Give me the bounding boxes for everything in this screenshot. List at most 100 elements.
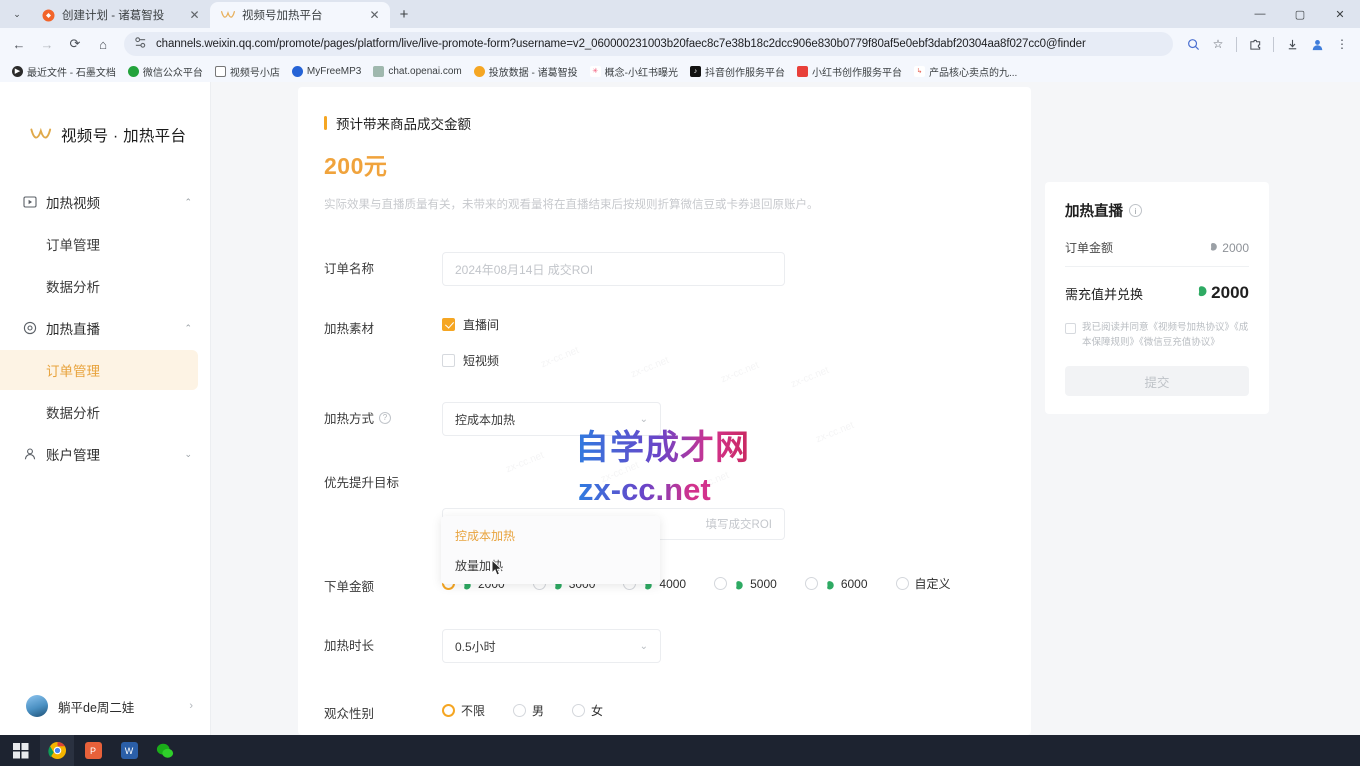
submit-button[interactable]: 提交 bbox=[1065, 366, 1249, 396]
start-button[interactable] bbox=[4, 735, 38, 766]
bookmark-item[interactable]: chat.openai.com bbox=[367, 61, 467, 81]
chevron-up-icon[interactable]: ⌃ bbox=[184, 197, 192, 208]
forward-icon[interactable]: → bbox=[34, 31, 60, 57]
chevron-down-icon[interactable]: ⌄ bbox=[640, 641, 648, 652]
bookmark-item[interactable]: 视频号小店 bbox=[209, 61, 286, 81]
reload-icon[interactable]: ⟳ bbox=[62, 31, 88, 57]
bookmark-label: 小红书创作服务平台 bbox=[812, 64, 902, 79]
maximize-button[interactable]: ▢ bbox=[1280, 0, 1320, 28]
taskbar-pdf-reader[interactable]: P bbox=[76, 735, 110, 766]
help-icon[interactable]: ? bbox=[379, 412, 391, 424]
info-icon[interactable]: i bbox=[1129, 204, 1142, 217]
back-icon[interactable]: ← bbox=[6, 31, 32, 57]
agreement-row[interactable]: 我已阅读并同意《视频号加热协议》《成本保障规则》《微信豆充值协议》 bbox=[1065, 303, 1249, 350]
profile-icon[interactable] bbox=[1305, 32, 1329, 56]
minimize-button[interactable]: — bbox=[1240, 0, 1280, 28]
close-window-button[interactable]: ✕ bbox=[1320, 0, 1360, 28]
sidebar-item-video-analytics[interactable]: 数据分析 bbox=[0, 266, 198, 306]
dropdown-option-cost-control[interactable]: 控成本加热 bbox=[441, 520, 660, 550]
section-title: 预计带来商品成交金额 bbox=[298, 87, 1031, 133]
sidebar-group-account[interactable]: 账户管理 ⌄ bbox=[0, 434, 210, 474]
option-label: 不限 bbox=[461, 702, 485, 719]
bookmark-label: 产品核心卖点的九... bbox=[929, 64, 1017, 79]
bookmark-star-icon[interactable]: ☆ bbox=[1206, 32, 1230, 56]
order-amount-option-6000[interactable]: 6000 bbox=[805, 577, 868, 591]
video-play-icon bbox=[22, 195, 37, 210]
gender-option-male[interactable]: 男 bbox=[513, 702, 544, 719]
sidebar-user[interactable]: 躺平de周二娃 › bbox=[0, 695, 211, 717]
close-icon[interactable]: ✕ bbox=[367, 8, 382, 23]
field-label-text: 加热方式 bbox=[324, 408, 374, 427]
downloads-icon[interactable] bbox=[1280, 32, 1304, 56]
order-amount-option-5000[interactable]: 5000 bbox=[714, 577, 777, 591]
bookmark-item[interactable]: 投放数据 - 诸葛智投 bbox=[468, 61, 584, 81]
field-label: 优先提升目标 bbox=[324, 466, 442, 491]
field-label: 加热素材 bbox=[324, 312, 442, 337]
browser-tab-1[interactable]: 创建计划 - 诸葛智投 ✕ bbox=[30, 2, 210, 28]
sidebar: 视频号 · 加热平台 加热视频 ⌃ 订单管理 数据分析 加热直播 bbox=[0, 82, 211, 735]
bookmark-item[interactable]: 微信公众平台 bbox=[122, 61, 209, 81]
taskbar-wechat[interactable] bbox=[148, 735, 182, 766]
office-icon: W bbox=[121, 742, 138, 759]
order-amount-value: 2000 bbox=[1222, 241, 1249, 255]
chevron-right-icon[interactable]: › bbox=[189, 700, 193, 712]
zoom-icon[interactable] bbox=[1181, 32, 1205, 56]
new-tab-button[interactable]: + bbox=[390, 0, 418, 28]
extensions-icon[interactable] bbox=[1243, 32, 1267, 56]
agreement-text[interactable]: 我已阅读并同意《视频号加热协议》《成本保障规则》《微信豆充值协议》 bbox=[1082, 321, 1249, 350]
material-option-live[interactable]: 直播间 bbox=[442, 312, 1031, 336]
heat-mode-dropdown-menu[interactable]: 控成本加热 放量加热 bbox=[441, 516, 660, 584]
chevron-down-icon[interactable]: ⌄ bbox=[184, 449, 192, 460]
sidebar-item-video-orders[interactable]: 订单管理 bbox=[0, 224, 198, 264]
selected-value: 0.5小时 bbox=[455, 638, 496, 655]
data-icon bbox=[474, 66, 485, 77]
sidebar-group-heat-live[interactable]: 加热直播 ⌃ bbox=[0, 308, 210, 348]
radio-icon[interactable] bbox=[442, 704, 455, 717]
toolbar-icons: ☆ ⋮ bbox=[1181, 32, 1354, 56]
tab-title: 视频号加热平台 bbox=[242, 7, 360, 23]
radio-icon[interactable] bbox=[572, 704, 585, 717]
brand-title: 视频号 · 加热平台 bbox=[61, 124, 186, 146]
sidebar-item-live-analytics[interactable]: 数据分析 bbox=[0, 392, 198, 432]
xiaohongshu-icon bbox=[797, 66, 808, 77]
bookmark-item[interactable]: 小红书创作服务平台 bbox=[791, 61, 908, 81]
radio-icon[interactable] bbox=[805, 577, 818, 590]
field-label: 观众性别 bbox=[324, 697, 442, 722]
order-name-input[interactable]: 2024年08月14日 成交ROI bbox=[442, 252, 785, 286]
wechat-bean-icon bbox=[824, 578, 835, 589]
bookmark-item[interactable]: MyFreeMP3 bbox=[286, 61, 367, 81]
gender-option-any[interactable]: 不限 bbox=[442, 702, 485, 719]
menu-kebab-icon[interactable]: ⋮ bbox=[1330, 32, 1354, 56]
taskbar: P W bbox=[0, 735, 1360, 766]
close-icon[interactable]: ✕ bbox=[187, 8, 202, 23]
radio-icon[interactable] bbox=[714, 577, 727, 590]
bookmark-item[interactable]: ▶最近文件 - 石墨文档 bbox=[6, 61, 122, 81]
radio-icon[interactable] bbox=[896, 577, 909, 590]
roi-input[interactable]: 填写成交ROI bbox=[706, 516, 772, 532]
browser-tab-2[interactable]: 视频号加热平台 ✕ bbox=[210, 2, 390, 28]
sidebar-item-live-orders[interactable]: 订单管理 bbox=[0, 350, 198, 390]
sidebar-group-label: 加热直播 bbox=[46, 318, 175, 338]
taskbar-chrome[interactable] bbox=[40, 735, 74, 766]
duration-select[interactable]: 0.5小时 ⌄ bbox=[442, 629, 661, 663]
tab-search-chevron-icon[interactable]: ⌄ bbox=[4, 0, 30, 28]
wechat-mp-icon bbox=[128, 66, 139, 77]
address-bar[interactable]: channels.weixin.qq.com/promote/pages/pla… bbox=[124, 32, 1173, 56]
gender-option-female[interactable]: 女 bbox=[572, 702, 603, 719]
bookmark-item[interactable]: ↳产品核心卖点的九... bbox=[908, 61, 1023, 81]
taskbar-office-app[interactable]: W bbox=[112, 735, 146, 766]
bookmark-item[interactable]: ♪抖音创作服务平台 bbox=[684, 61, 791, 81]
bookmark-item[interactable]: ✳概念-小红书曝光 bbox=[584, 61, 684, 81]
summary-card: 加热直播 i 订单金额 2000 需充值并兑换 2000 bbox=[1045, 182, 1269, 414]
material-option-short-video[interactable]: 短视频 bbox=[442, 348, 1031, 372]
dropdown-option-volume[interactable]: 放量加热 bbox=[441, 550, 660, 580]
checkbox-icon[interactable] bbox=[442, 354, 455, 367]
site-settings-icon[interactable] bbox=[134, 36, 147, 52]
home-icon[interactable]: ⌂ bbox=[90, 31, 116, 57]
checkbox-icon[interactable] bbox=[442, 318, 455, 331]
sidebar-group-heat-video[interactable]: 加热视频 ⌃ bbox=[0, 182, 210, 222]
order-amount-option-custom[interactable]: 自定义 bbox=[896, 575, 951, 592]
agreement-checkbox-icon[interactable] bbox=[1065, 323, 1076, 334]
radio-icon[interactable] bbox=[513, 704, 526, 717]
chevron-up-icon[interactable]: ⌃ bbox=[184, 323, 192, 334]
